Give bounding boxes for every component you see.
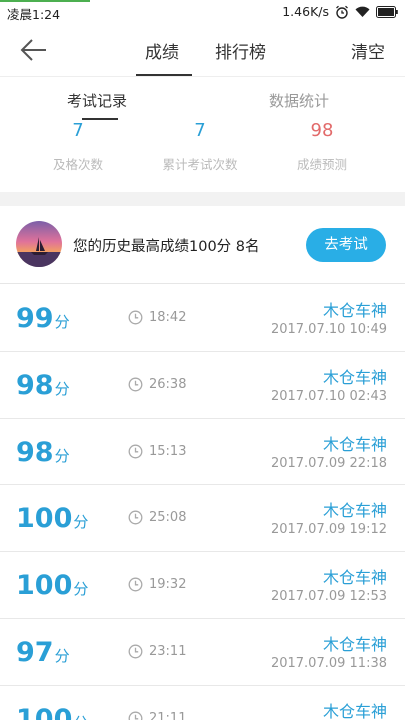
list-item[interactable]: 100分 19:32 木仓车神 2017.07.09 12:53 [0,552,405,619]
score-unit: 分 [54,646,70,665]
list-item[interactable]: 98分 15:13 木仓车神 2017.07.09 22:18 [0,418,405,486]
score-unit: 分 [54,379,70,398]
stat-predict: 98 成绩预测 [262,122,382,173]
clock-icon [128,711,143,720]
alarm-icon [335,5,349,19]
section-divider [0,192,405,206]
list-item[interactable]: 100分 25:08 木仓车神 2017.07.09 19:12 [0,485,405,553]
score-unit: 分 [73,714,88,720]
status-right: 1.46K/s [282,4,398,19]
active-subtab-indicator [82,118,118,120]
record-duration: 15:13 [149,443,187,459]
score-value: 98 [16,436,54,468]
status-bar: 凌晨1:24 1.46K/s [0,0,405,24]
exam-records-list: 99分 18:42 木仓车神 2017.07.10 10:49 98分 26:38 木仓车神… [0,285,405,720]
record-username: 木仓车神 [322,434,387,454]
record-score: 98分 [16,370,70,401]
record-username: 木仓车神 [322,634,387,654]
record-datetime: 2017.07.10 02:43 [270,388,387,404]
stat-predict-value: 98 [310,120,334,141]
score-value: 98 [16,369,54,401]
tab-scores[interactable]: 成绩 [145,38,179,63]
record-score: 97分 [16,637,70,668]
record-username: 木仓车神 [322,301,387,320]
record-datetime: 2017.07.10 10:49 [270,322,387,337]
score-value: 99 [16,303,54,334]
score-unit: 分 [54,313,70,331]
score-unit: 分 [73,580,89,599]
stat-total-count: 7 累计考试次数 [140,122,260,173]
status-accent-line [0,0,90,2]
top-nav: 成绩 排行榜 清空 [0,24,405,76]
clock-icon [128,510,143,525]
stat-predict-label: 成绩预测 [296,157,347,172]
record-duration: 26:38 [149,376,187,392]
network-speed: 1.46K/s [282,4,329,19]
score-value: 100 [16,570,73,602]
record-score: 98分 [16,437,70,468]
tab-ranking[interactable]: 排行榜 [215,38,266,63]
record-duration: 23:11 [149,643,187,659]
wifi-icon [355,6,370,18]
record-duration: 19:32 [149,577,187,593]
record-duration: 25:08 [149,510,187,526]
stat-total-value: 7 [194,120,206,141]
clear-button[interactable]: 清空 [351,38,385,63]
record-score: 100分 [16,570,88,601]
record-datetime: 2017.07.09 11:38 [270,655,387,671]
list-item[interactable]: 98分 26:38 木仓车神 2017.07.10 02:43 [0,351,405,419]
record-username: 木仓车神 [322,568,387,588]
stat-pass-value: 7 [72,120,84,141]
score-value: 97 [16,636,54,668]
subtab-statistics[interactable]: 数据统计 [269,90,329,111]
stat-total-label: 累计考试次数 [162,157,238,172]
record-username: 木仓车神 [322,501,387,521]
stat-pass-count: 7 及格次数 [18,122,138,173]
record-datetime: 2017.07.09 12:53 [270,589,387,605]
battery-icon [376,5,398,18]
best-score-text: 您的历史最高成绩100分 8名 [73,239,260,255]
score-unit: 分 [73,513,89,532]
clock-icon [128,644,143,659]
subtab-exam-records[interactable]: 考试记录 [67,90,127,111]
back-arrow-icon[interactable] [20,38,48,62]
sub-tabs: 考试记录 数据统计 [0,76,405,122]
status-time: 凌晨1:24 [7,7,61,22]
record-score: 100分 [16,704,88,720]
record-username: 木仓车神 [322,367,387,387]
record-duration: 18:42 [149,310,187,325]
list-item[interactable]: 100分 21:11 木仓车神 [0,685,405,720]
list-item[interactable]: 97分 23:11 木仓车神 2017.07.09 11:38 [0,618,405,686]
record-datetime: 2017.07.09 22:18 [270,455,387,471]
score-value: 100 [16,503,73,535]
clock-icon [128,377,143,392]
clock-icon [128,444,143,459]
clock-icon [128,577,143,592]
record-username: 木仓车神 [322,701,387,720]
stat-pass-label: 及格次数 [52,157,103,172]
clock-icon [128,310,143,325]
record-datetime: 2017.07.09 19:12 [270,522,387,538]
record-score: 100分 [16,503,88,534]
avatar[interactable] [16,221,62,267]
record-duration: 21:11 [149,710,187,720]
go-exam-button[interactable]: 去考试 [306,228,386,262]
list-item[interactable]: 99分 18:42 木仓车神 2017.07.10 10:49 [0,285,405,352]
score-unit: 分 [54,446,70,465]
stats-summary: 7 及格次数 7 累计考试次数 98 成绩预测 [0,122,405,192]
best-score-banner: 您的历史最高成绩100分 8名 去考试 [0,206,405,284]
record-score: 99分 [16,303,70,334]
score-value: 100 [16,703,73,720]
